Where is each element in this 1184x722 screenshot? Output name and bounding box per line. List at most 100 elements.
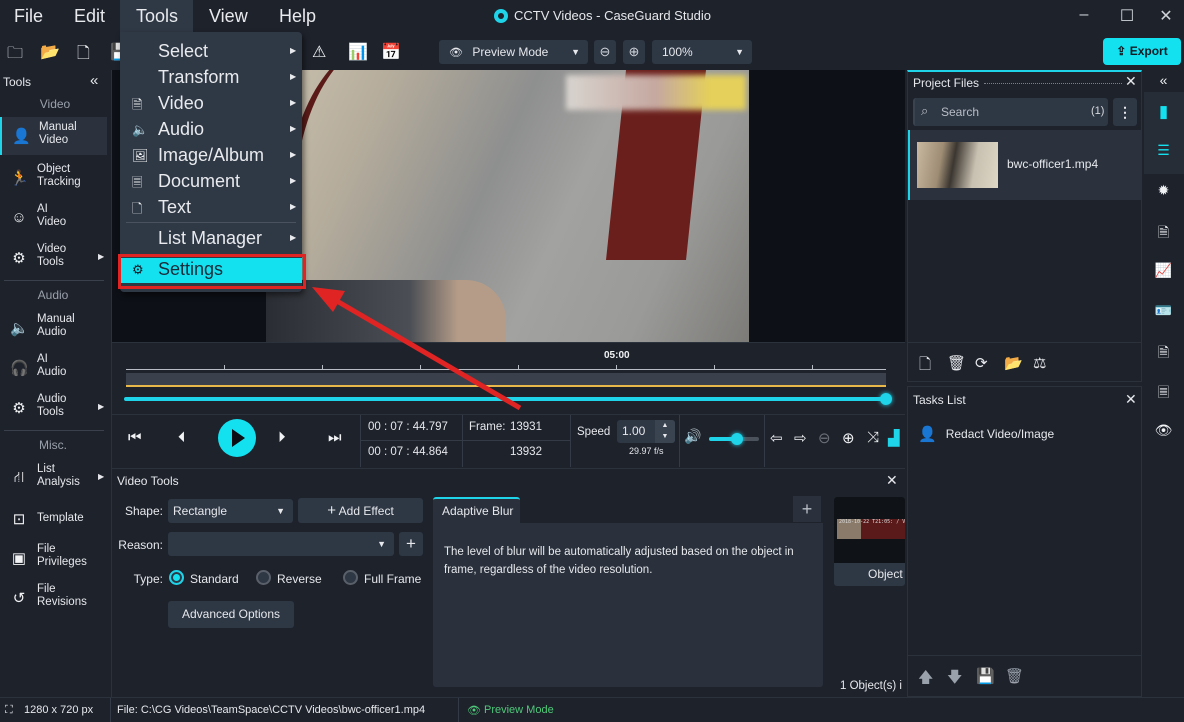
type-standard-radio[interactable] [169,570,184,585]
sidebar-item-ai-audio[interactable]: 🎧 AI Audio [0,349,107,387]
search-input[interactable]: ⌕ Search (1) [913,98,1108,126]
trash-icon[interactable]: 🗑 [947,354,966,372]
collapse-sidebar-icon[interactable]: « [90,72,98,89]
menu-item-video[interactable]: 🗎 Video ▶ [120,92,302,118]
advanced-options-button[interactable]: Advanced Options [168,601,294,628]
scale-icon[interactable]: ⚖ [1033,354,1046,372]
resolution-icon: ⛶ [5,704,13,716]
calendar-icon[interactable]: 📅 [381,42,401,62]
new-folder-icon[interactable]: 🗀 [7,42,23,69]
task-item[interactable]: 👤 Redact Video/Image [918,425,1054,443]
arrow-down-icon[interactable]: 🡇 [947,667,962,692]
sidebar-item-file-privileges[interactable]: ▣ File Privileges [0,539,107,577]
seek-handle[interactable] [880,393,892,405]
volume-icon[interactable]: 🔊 [684,428,701,445]
project-files-icon[interactable]: ▮ [1143,102,1184,122]
timeline-zoom-out-icon[interactable]: ⊖ [818,429,831,447]
sidebar-item-file-revisions[interactable]: ↺ File Revisions [0,579,107,617]
zoom-in-button[interactable]: ⊕ [623,40,645,64]
object-label: Object [868,567,903,581]
menu-file[interactable]: File [0,0,57,32]
export-button[interactable]: ⇪ Export [1103,38,1181,65]
speed-stepper[interactable]: ▲ ▼ [655,420,675,443]
sidebar-item-audio-tools[interactable]: ⚙ Audio Tools ▶ [0,389,107,427]
id-card-icon[interactable]: 🪪 [1143,302,1184,319]
folder-icon[interactable]: 📂 [1004,354,1023,372]
report-icon[interactable]: 📊 [348,42,368,62]
close-icon[interactable]: ✕ [1125,391,1137,408]
menu-item-select[interactable]: Select ▶ [120,40,302,66]
new-file-icon[interactable]: 🗋 [77,42,90,69]
trash-icon[interactable]: 🗑 [1005,667,1024,685]
reason-dropdown[interactable]: ▼ [168,532,394,556]
waveform-icon[interactable]: ▟ [888,429,900,447]
save-icon[interactable]: 💾 [976,667,995,685]
sidebar-item-template[interactable]: ⊡ Template [0,500,107,538]
file-list-item[interactable]: bwc-officer1.mp4 [908,130,1141,200]
menu-edit[interactable]: Edit [60,0,119,32]
next-frame-button[interactable]: ⏵ [278,429,286,446]
timeline-zoom-in-icon[interactable]: ⊕ [842,429,855,447]
tasks-list-icon[interactable]: ☰ [1143,142,1184,159]
sidebar-item-video-tools[interactable]: ⚙ Video Tools ▶ [0,239,107,277]
add-effect-button[interactable]: + Add Effect [298,498,423,523]
menu-item-list-manager[interactable]: List Manager ▶ [120,227,302,253]
zoom-out-button[interactable]: ⊖ [594,40,616,64]
sidebar-item-object-tracking[interactable]: 🏃 Object Tracking [0,159,107,197]
play-button[interactable] [218,419,256,457]
add-reason-button[interactable]: + [399,532,423,556]
menu-item-audio[interactable]: 🔈 Audio ▶ [120,118,302,144]
video-frame[interactable] [266,70,749,342]
drag-handle[interactable] [984,83,1122,84]
menu-tools[interactable]: Tools [120,0,193,32]
menu-view[interactable]: View [195,0,262,32]
tab-adaptive-blur[interactable]: Adaptive Blur [433,497,520,523]
menu-item-text[interactable]: 🗋 Text ▶ [120,196,302,222]
sidebar-item-manual-audio[interactable]: 🔈 Manual Audio [0,309,107,347]
open-folder-icon[interactable]: 📂 [40,42,60,62]
type-reverse-radio[interactable] [256,570,271,585]
menu-item-document[interactable]: 🗏 Document ▶ [120,170,302,196]
ai-chip-icon[interactable]: ✹ [1143,182,1184,199]
analytics-icon[interactable]: 📈 [1143,262,1184,279]
close-window-button[interactable]: ✕ [1156,6,1176,26]
skip-to-start-button[interactable]: ⏮ [128,429,142,446]
volume-handle[interactable] [730,433,743,445]
shape-dropdown[interactable]: Rectangle ▼ [168,499,293,523]
type-full-frame-radio[interactable] [343,570,358,585]
shuffle-icon[interactable]: ⤨ [867,429,879,446]
zoom-level-dropdown[interactable]: 100% ▼ [652,40,752,64]
eye-icon[interactable]: 👁 [1143,422,1184,439]
arrow-right-icon[interactable]: ⇨ [794,429,807,447]
audio-file-icon[interactable]: 🗎 [1143,222,1184,246]
sidebar-item-ai-video[interactable]: ☺ AI Video [0,199,107,237]
minimize-button[interactable]: – [1074,6,1094,24]
collapse-panel-icon[interactable]: « [1143,72,1184,88]
close-icon[interactable]: ✕ [886,472,898,489]
close-icon[interactable]: ✕ [1125,73,1137,90]
timeline[interactable]: 05:00 [112,342,905,414]
arrow-up-icon[interactable]: 🡅 [918,667,933,692]
file-info-icon[interactable]: 🗎 [1143,342,1184,366]
image-icon: 🖼 [132,148,149,163]
maximize-button[interactable]: ☐ [1117,6,1137,26]
sidebar-item-list-analysis[interactable]: ⛙ List Analysis ▶ [0,459,107,497]
arrow-left-icon[interactable]: ⇦ [770,429,783,447]
menu-item-image-album[interactable]: 🖼 Image/Album ▶ [120,144,302,170]
seek-bar[interactable] [124,397,886,401]
warning-icon[interactable]: ⚠ [312,42,326,62]
more-options-button[interactable]: ⋮ [1113,98,1137,126]
previous-frame-button[interactable]: ⏴ [178,429,186,446]
refresh-icon[interactable]: ⟳ [975,354,988,372]
file-actions: 🗋 🗑 ⟳ 📂 ⚖ [908,342,1141,382]
redaction-blur-region[interactable] [566,75,746,110]
skip-to-end-button[interactable]: ⏭ [328,429,342,446]
menu-item-transform[interactable]: Transform ▶ [120,66,302,92]
add-effect-tab-button[interactable]: + [793,496,821,522]
menu-help[interactable]: Help [265,0,330,32]
object-card[interactable]: 2018-10-22 T21:05: / VCR ICDY 2 #01121 O… [834,497,905,586]
document-icon[interactable]: 🗏 [1143,382,1184,406]
sidebar-item-manual-video[interactable]: 👤 Manual Video [0,117,107,155]
view-mode-dropdown[interactable]: 👁 Preview Mode ▼ [439,40,588,64]
add-file-icon[interactable]: 🗋 [919,354,931,379]
